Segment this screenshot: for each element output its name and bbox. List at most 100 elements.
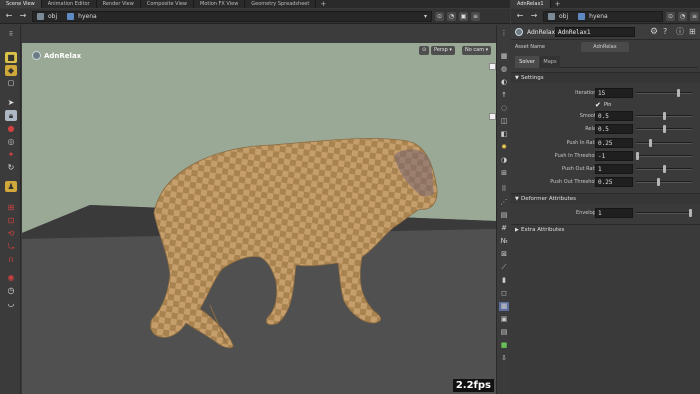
- tab-geometry-spreadsheet[interactable]: Geometry Spreadsheet: [245, 0, 317, 8]
- bowl-icon[interactable]: ◡: [5, 298, 17, 309]
- slider-knob[interactable]: [662, 112, 666, 120]
- slider-knob[interactable]: [662, 165, 666, 173]
- face-icon[interactable]: ▤: [499, 211, 509, 220]
- view-cube-icon[interactable]: [489, 63, 496, 70]
- back-arrow-icon[interactable]: ←: [515, 11, 525, 21]
- link-icon[interactable]: ◔: [447, 11, 456, 21]
- gray-handle-icon[interactable]: ◎: [5, 136, 17, 147]
- info-icon[interactable]: ⓘ: [676, 27, 684, 37]
- param-slider[interactable]: [636, 178, 692, 186]
- tab-render-view[interactable]: Render View: [97, 0, 141, 8]
- magnet-icon[interactable]: ∩: [5, 254, 17, 265]
- record-icon[interactable]: ◉: [5, 272, 17, 283]
- lighting-icon[interactable]: ◐: [499, 78, 509, 87]
- bone-icon[interactable]: ⟋: [499, 263, 509, 272]
- add-tab-icon[interactable]: +: [316, 0, 330, 8]
- camera-lock-icon[interactable]: ⊙: [419, 46, 430, 55]
- clock-icon[interactable]: ◷: [5, 285, 17, 296]
- cube-tool-icon[interactable]: ■: [5, 52, 17, 63]
- snapshot-icon[interactable]: ▣: [499, 315, 509, 324]
- tab-maps[interactable]: Maps: [540, 56, 560, 68]
- backface-icon[interactable]: ◧: [499, 130, 509, 139]
- prim-numbers-icon[interactable]: №: [499, 237, 509, 246]
- rotate-handle-icon[interactable]: ↻: [5, 162, 17, 173]
- path-dropdown-icon[interactable]: ▾: [424, 13, 427, 20]
- slider-knob[interactable]: [649, 139, 653, 147]
- extra-section-header[interactable]: ▶ Extra Attributes: [511, 224, 700, 235]
- view-plane-icon[interactable]: [489, 113, 496, 120]
- tab-motion-fx-view[interactable]: Motion FX View: [194, 0, 246, 8]
- template-icon[interactable]: ▦: [499, 302, 509, 311]
- param-slider[interactable]: [636, 125, 692, 133]
- select-arrow-icon[interactable]: ➤: [5, 97, 17, 108]
- ghost-icon[interactable]: ◌: [499, 104, 509, 113]
- param-value-field[interactable]: 1: [595, 164, 633, 174]
- view-tool-icon[interactable]: ▢: [5, 78, 17, 89]
- asset-name-dropdown[interactable]: AdnRelax: [581, 42, 629, 52]
- slider-knob[interactable]: [657, 178, 661, 186]
- deformer-section-header[interactable]: ▼ Deformer Attributes: [511, 193, 700, 204]
- pose-handle-icon[interactable]: ✦: [5, 149, 17, 160]
- help-icon[interactable]: ?: [663, 27, 667, 37]
- tab-adnrelax1[interactable]: AdnRelax1: [511, 0, 551, 8]
- path-breadcrumb[interactable]: obj hyena: [543, 10, 663, 22]
- display-menu-icon[interactable]: ⋮: [499, 29, 509, 38]
- slider-knob[interactable]: [677, 89, 681, 97]
- param-value-field[interactable]: 0.5: [595, 111, 633, 121]
- forward-arrow-icon[interactable]: →: [18, 11, 28, 21]
- pin-icon[interactable]: ⊙: [435, 11, 444, 21]
- param-slider[interactable]: [636, 165, 692, 173]
- pin-icon[interactable]: ⊙: [666, 11, 675, 21]
- path-context[interactable]: obj: [548, 12, 568, 20]
- param-slider[interactable]: [636, 139, 692, 147]
- tab-animation-editor[interactable]: Animation Editor: [42, 0, 97, 8]
- spare-parms-icon[interactable]: ⊞: [689, 27, 696, 37]
- settings-section-header[interactable]: ▼ Settings: [511, 72, 700, 83]
- shading-icon[interactable]: ◍: [499, 65, 509, 74]
- param-value-field[interactable]: -1: [595, 151, 633, 161]
- path-node[interactable]: hyena: [578, 12, 608, 20]
- menu-handle-icon[interactable]: ⠿: [5, 29, 17, 40]
- gear-icon[interactable]: ⚙: [650, 27, 658, 37]
- view-options-icon[interactable]: ▣: [459, 11, 468, 21]
- person-handle-icon[interactable]: ♟: [5, 181, 17, 192]
- forward-arrow-icon[interactable]: →: [529, 11, 539, 21]
- slider-knob[interactable]: [636, 152, 639, 160]
- add-tab-icon[interactable]: +: [551, 0, 565, 8]
- pane-menu-icon[interactable]: ≡: [471, 11, 480, 21]
- light-bulb-icon[interactable]: ✹: [499, 143, 509, 152]
- snap-curve-icon[interactable]: ⟲: [5, 228, 17, 239]
- tab-scene-view[interactable]: Scene View: [0, 0, 42, 8]
- hidden-icon[interactable]: ◻: [499, 289, 509, 298]
- slider-knob[interactable]: [662, 125, 666, 133]
- tab-solver[interactable]: Solver: [515, 56, 539, 68]
- flipbook-icon[interactable]: ▤: [499, 328, 509, 337]
- pane-menu-icon[interactable]: ≡: [690, 11, 699, 21]
- stats-icon[interactable]: ▮: [499, 276, 509, 285]
- snap-edge-icon[interactable]: ⤿: [5, 241, 17, 252]
- vertex-icon[interactable]: ⠿: [499, 185, 509, 194]
- normals-icon[interactable]: ↑: [499, 91, 509, 100]
- param-slider[interactable]: [636, 89, 692, 97]
- display-tool-icon[interactable]: ◆: [5, 65, 17, 76]
- persp-menu-button[interactable]: Persp ▾: [431, 46, 455, 55]
- param-slider[interactable]: [636, 152, 692, 160]
- red-handle-icon[interactable]: ●: [5, 123, 17, 134]
- link-icon[interactable]: ◔: [678, 11, 687, 21]
- param-value-field[interactable]: 0.25: [595, 138, 633, 148]
- snap-point-icon[interactable]: ⊡: [5, 215, 17, 226]
- path-breadcrumb[interactable]: obj hyena ▾: [32, 10, 432, 22]
- node-name-field[interactable]: AdnRelax1: [555, 27, 635, 37]
- pin-checkbox[interactable]: ✔: [595, 101, 601, 109]
- param-value-field[interactable]: 15: [595, 88, 633, 98]
- slider-knob[interactable]: [689, 209, 692, 217]
- back-arrow-icon[interactable]: ←: [4, 11, 14, 21]
- param-slider[interactable]: [636, 112, 692, 120]
- grid-toggle-icon[interactable]: ⊞: [499, 169, 509, 178]
- param-value-field[interactable]: 0.5: [595, 124, 633, 134]
- uv-icon[interactable]: ⊠: [499, 250, 509, 259]
- render-icon[interactable]: ■: [499, 341, 509, 350]
- envelope-slider[interactable]: [636, 209, 692, 217]
- camera-view-icon[interactable]: ◫: [499, 117, 509, 126]
- lock-icon[interactable]: 🔒︎: [5, 110, 17, 121]
